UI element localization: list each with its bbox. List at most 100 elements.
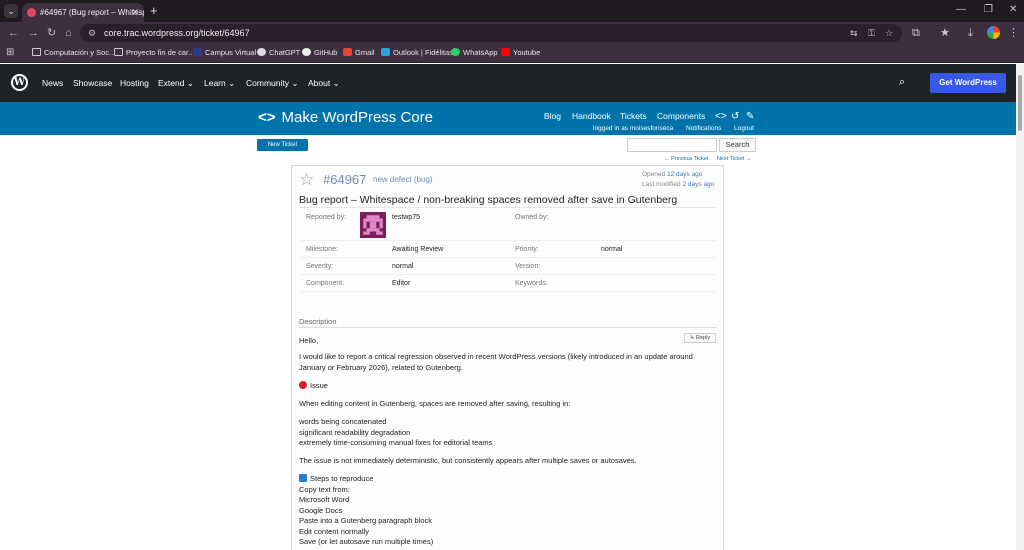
nav-community[interactable]: Community ⌄: [246, 77, 298, 89]
nav-components[interactable]: Components: [657, 111, 705, 122]
minimize-icon[interactable]: —: [956, 3, 966, 17]
reload-icon[interactable]: ↻: [47, 26, 56, 40]
close-icon[interactable]: ✕: [131, 3, 139, 22]
trac-favicon-icon: [27, 8, 36, 17]
home-icon[interactable]: ⌂: [65, 26, 72, 40]
ticket-id[interactable]: #64967: [323, 172, 366, 188]
divider: [301, 291, 716, 292]
bookmark-item[interactable]: Computación y Soc...: [32, 47, 115, 59]
severity-link[interactable]: normal: [392, 262, 413, 271]
severity-label: Severity:: [306, 263, 334, 270]
site-info-icon[interactable]: ⚙: [88, 27, 96, 39]
description-hello: Hello,: [299, 336, 319, 345]
back-arrow-icon[interactable]: ←: [8, 26, 19, 40]
logout-link[interactable]: Logout: [734, 125, 754, 133]
folder-icon: [32, 48, 41, 56]
gmail-icon: [343, 48, 352, 56]
nav-news[interactable]: News: [42, 77, 63, 89]
search-input[interactable]: [627, 138, 717, 152]
bookmark-item[interactable]: Outlook | Fidélitas: [381, 47, 453, 59]
new-ticket-button[interactable]: New Ticket: [257, 139, 308, 151]
history-icon[interactable]: ↺: [731, 111, 739, 122]
password-key-icon[interactable]: ⚿: [868, 27, 875, 39]
profile-avatar-icon[interactable]: [987, 26, 1000, 39]
bookmark-item[interactable]: Proyecto fin de car...: [114, 47, 194, 59]
get-wordpress-button[interactable]: Get WordPress: [930, 73, 1006, 93]
bookmark-item[interactable]: WhatsApp: [451, 47, 498, 59]
nav-showcase[interactable]: Showcase: [73, 77, 112, 89]
priority-link[interactable]: normal: [601, 245, 622, 254]
tab-title: #64967 (Bug report – Whitesp…: [40, 8, 144, 17]
chevron-down-icon: ⌄: [228, 78, 236, 88]
nav-learn[interactable]: Learn ⌄: [204, 77, 235, 89]
restore-icon[interactable]: ❐: [984, 3, 993, 17]
red-circle-icon: [299, 381, 307, 389]
bookmark-item[interactable]: Campus Virtual: [193, 47, 256, 59]
wordpress-global-header: W News Showcase Hosting Extend ⌄ Learn ⌄…: [0, 64, 1016, 102]
next-ticket-link[interactable]: Next Ticket →: [717, 156, 751, 163]
bookmarks-star-icon[interactable]: ★: [940, 26, 950, 40]
bookmark-item[interactable]: Gmail: [343, 47, 375, 59]
identicon-icon: [363, 215, 383, 235]
description-when-editing: When editing content in Gutenberg, space…: [299, 399, 571, 408]
browser-tab-active[interactable]: #64967 (Bug report – Whitesp… ✕: [22, 3, 144, 22]
bookmark-item[interactable]: GitHub: [302, 47, 337, 59]
more-menu-icon[interactable]: ⋮: [1008, 26, 1019, 40]
result-item: words being concatenated: [299, 417, 387, 426]
bookmark-star-icon[interactable]: ☆: [885, 27, 893, 39]
chevron-down-icon: ⌄: [186, 78, 194, 88]
milestone-link[interactable]: Awaiting Review: [392, 245, 443, 254]
keywords-label: Keywords:: [515, 280, 548, 287]
forward-arrow-icon[interactable]: →: [28, 26, 39, 40]
search-icon[interactable]: ⌕: [899, 76, 905, 88]
notifications-link[interactable]: Notifications: [686, 125, 721, 133]
nav-tickets[interactable]: Tickets: [620, 111, 647, 122]
browser-toolbar: ← → ↻ ⌂ ⚙ core.trac.wordpress.org/ticket…: [0, 22, 1024, 44]
page-scrollbar[interactable]: [1016, 64, 1024, 550]
ticket-opened: Opened 12 days ago: [642, 171, 703, 178]
modified-date-link[interactable]: 2 days ago: [682, 181, 714, 188]
campus-icon: [193, 48, 202, 56]
bookmark-item[interactable]: ChatGPT: [257, 47, 300, 59]
wordpress-logo-icon[interactable]: W: [11, 74, 28, 91]
divider: [301, 240, 716, 241]
divider: [299, 327, 717, 328]
milestone-label: Milestone:: [306, 246, 338, 253]
ticket-status-type[interactable]: new defect (bug): [373, 175, 433, 185]
folder-icon: [114, 48, 123, 56]
search-button[interactable]: Search: [719, 138, 756, 152]
extensions-icon[interactable]: ⧉: [912, 26, 920, 40]
address-bar[interactable]: ⚙ core.trac.wordpress.org/ticket/64967 ⇆…: [80, 24, 902, 42]
url-text: core.trac.wordpress.org/ticket/64967: [104, 28, 250, 38]
owned-by-label: Owned by:: [515, 214, 549, 221]
chevron-down-icon: ⌄: [332, 78, 340, 88]
step-item: Copy text from:: [299, 484, 350, 494]
component-link[interactable]: Editor: [392, 279, 410, 288]
code-brackets-icon: <>: [258, 109, 276, 126]
apps-grid-icon[interactable]: ⊞: [6, 47, 14, 59]
result-item: extremely time-consuming manual fixes fo…: [299, 438, 493, 447]
edit-icon[interactable]: ✎: [746, 111, 754, 122]
window-close-icon[interactable]: ✕: [1009, 3, 1017, 17]
steps-heading: Steps to reproduce: [299, 474, 719, 485]
scrollbar-thumb[interactable]: [1018, 75, 1022, 131]
nav-extend[interactable]: Extend ⌄: [158, 77, 194, 89]
star-icon[interactable]: ☆: [299, 170, 314, 190]
translate-icon[interactable]: ⇆: [850, 27, 858, 39]
new-tab-icon[interactable]: +: [150, 3, 158, 18]
code-icon[interactable]: <>: [715, 111, 727, 122]
download-icon[interactable]: ⤓: [968, 26, 973, 40]
reporter-link[interactable]: testwp75: [392, 213, 420, 222]
reported-by-label: Reported by:: [306, 214, 347, 221]
logged-in-user: logged in as moisesfonseca: [593, 125, 674, 132]
nav-handbook[interactable]: Handbook: [572, 111, 611, 122]
youtube-icon: [501, 48, 510, 56]
previous-ticket-link[interactable]: ← Previous Ticket: [664, 156, 708, 163]
nav-hosting[interactable]: Hosting: [120, 77, 149, 89]
bookmark-item[interactable]: Youtube: [501, 47, 540, 59]
opened-date-link[interactable]: 12 days ago: [667, 171, 702, 178]
tab-search-chevron-icon[interactable]: ⌄: [4, 4, 18, 18]
site-title[interactable]: <> Make WordPress Core: [258, 109, 433, 127]
nav-blog[interactable]: Blog: [544, 111, 561, 122]
nav-about[interactable]: About ⌄: [308, 77, 340, 89]
